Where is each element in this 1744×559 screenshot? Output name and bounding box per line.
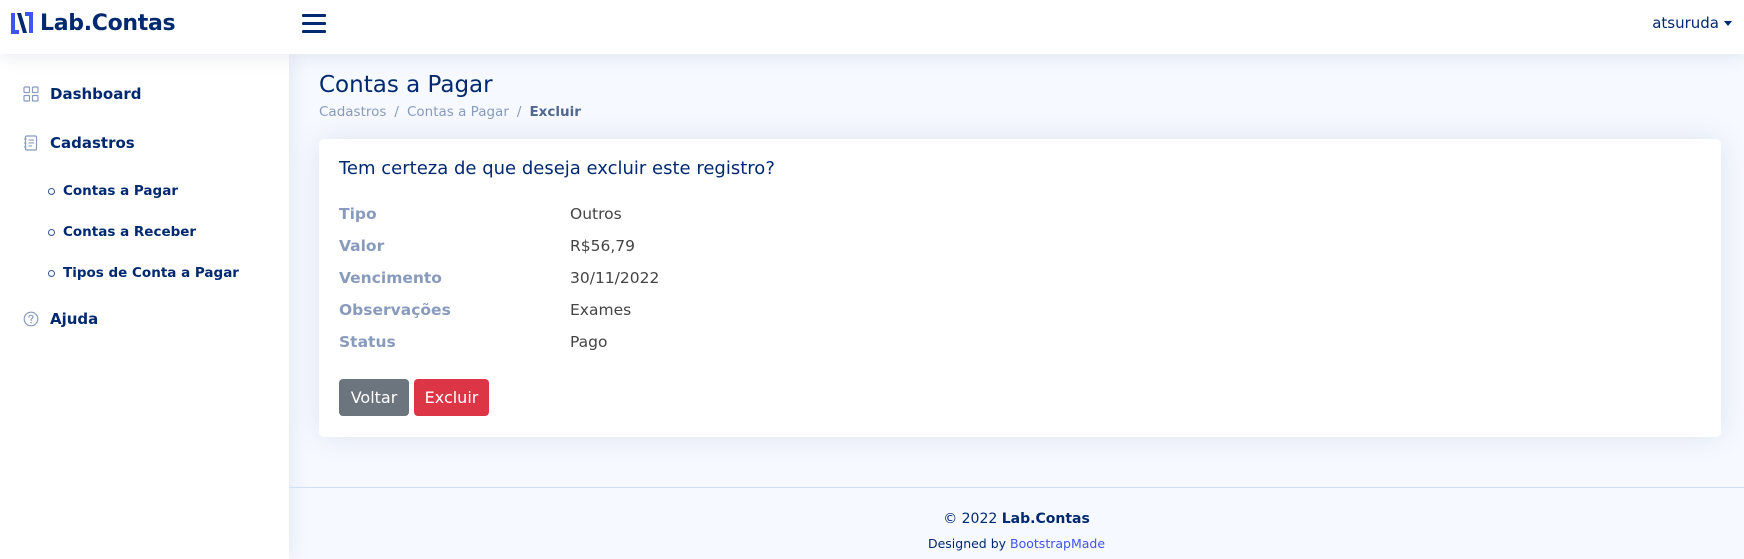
bootstrapmade-link[interactable]: BootstrapMade xyxy=(1010,536,1105,551)
breadcrumb-item-excluir: Excluir xyxy=(529,104,581,120)
sidebar-subitem-label: Contas a Pagar xyxy=(63,183,178,199)
sidebar-item-cadastros[interactable]: Cadastros xyxy=(23,134,135,152)
detail-value-valor: R$56,79 xyxy=(570,237,636,255)
detail-label-vencimento: Vencimento xyxy=(339,269,442,287)
detail-label-valor: Valor xyxy=(339,237,385,255)
breadcrumb-item-cadastros[interactable]: Cadastros xyxy=(319,104,386,120)
breadcrumb: Cadastros / Contas a Pagar / Excluir xyxy=(319,104,581,120)
delete-confirmation-card: Tem certeza de que deseja excluir este r… xyxy=(319,139,1721,437)
credits: Designed by BootstrapMade xyxy=(289,536,1744,551)
back-button[interactable]: Voltar xyxy=(339,379,409,416)
circle-icon xyxy=(48,187,55,195)
card-title: Tem certeza de que deseja excluir este r… xyxy=(339,158,775,179)
sidebar-item-dashboard[interactable]: Dashboard xyxy=(23,85,141,103)
detail-value-vencimento: 30/11/2022 xyxy=(570,269,660,287)
sidebar-subitem-tipos-de-conta-a-pagar[interactable]: Tipos de Conta a Pagar xyxy=(48,265,239,281)
brand-name: Lab.Contas xyxy=(40,10,176,36)
credits-prefix: Designed by xyxy=(927,536,1007,551)
circle-icon xyxy=(48,269,55,277)
sidebar-item-ajuda[interactable]: Ajuda xyxy=(23,310,98,328)
detail-label-status: Status xyxy=(339,333,396,351)
caret-down-icon xyxy=(1724,20,1732,26)
sidebar-item-label: Ajuda xyxy=(50,310,99,328)
delete-button[interactable]: Excluir xyxy=(414,379,489,416)
detail-value-observacoes: Exames xyxy=(570,301,632,319)
journal-text-icon xyxy=(24,135,38,151)
footer: © 2022 Lab.Contas Designed by BootstrapM… xyxy=(289,487,1744,559)
detail-label-tipo: Tipo xyxy=(339,205,377,223)
sidebar-subitem-contas-a-pagar[interactable]: Contas a Pagar xyxy=(48,183,178,199)
sidebar-item-label: Dashboard xyxy=(50,85,142,103)
copyright: © 2022 Lab.Contas xyxy=(289,511,1744,527)
top-header: Lab.Contas atsuruda xyxy=(0,0,1744,54)
question-circle-icon xyxy=(23,311,39,327)
user-name: atsuruda xyxy=(1652,14,1719,32)
sidebar-item-label: Cadastros xyxy=(50,134,135,152)
sidebar-subitem-label: Tipos de Conta a Pagar xyxy=(63,265,239,281)
page-title: Contas a Pagar xyxy=(319,72,493,98)
detail-value-status: Pago xyxy=(570,333,608,351)
breadcrumb-separator: / xyxy=(516,104,522,120)
sidebar-subitem-contas-a-receber[interactable]: Contas a Receber xyxy=(48,224,196,240)
hamburger-icon xyxy=(302,14,326,17)
copyright-prefix: © 2022 xyxy=(943,511,998,527)
grid-icon xyxy=(23,86,39,102)
sidebar-toggle-button[interactable] xyxy=(302,12,328,36)
detail-label-observacoes: Observações xyxy=(339,301,451,319)
circle-icon xyxy=(48,228,55,236)
sidebar: Dashboard Cadastros Contas a Pagar Conta… xyxy=(0,54,289,559)
breadcrumb-separator: / xyxy=(394,104,399,120)
user-dropdown[interactable]: atsuruda xyxy=(1652,14,1732,32)
sidebar-subitem-label: Contas a Receber xyxy=(63,224,197,240)
logo-icon xyxy=(11,12,33,34)
breadcrumb-item-contas-a-pagar[interactable]: Contas a Pagar xyxy=(407,104,509,120)
copyright-brand: Lab.Contas xyxy=(1001,511,1090,527)
brand-logo[interactable]: Lab.Contas xyxy=(9,8,176,38)
detail-value-tipo: Outros xyxy=(570,205,622,223)
